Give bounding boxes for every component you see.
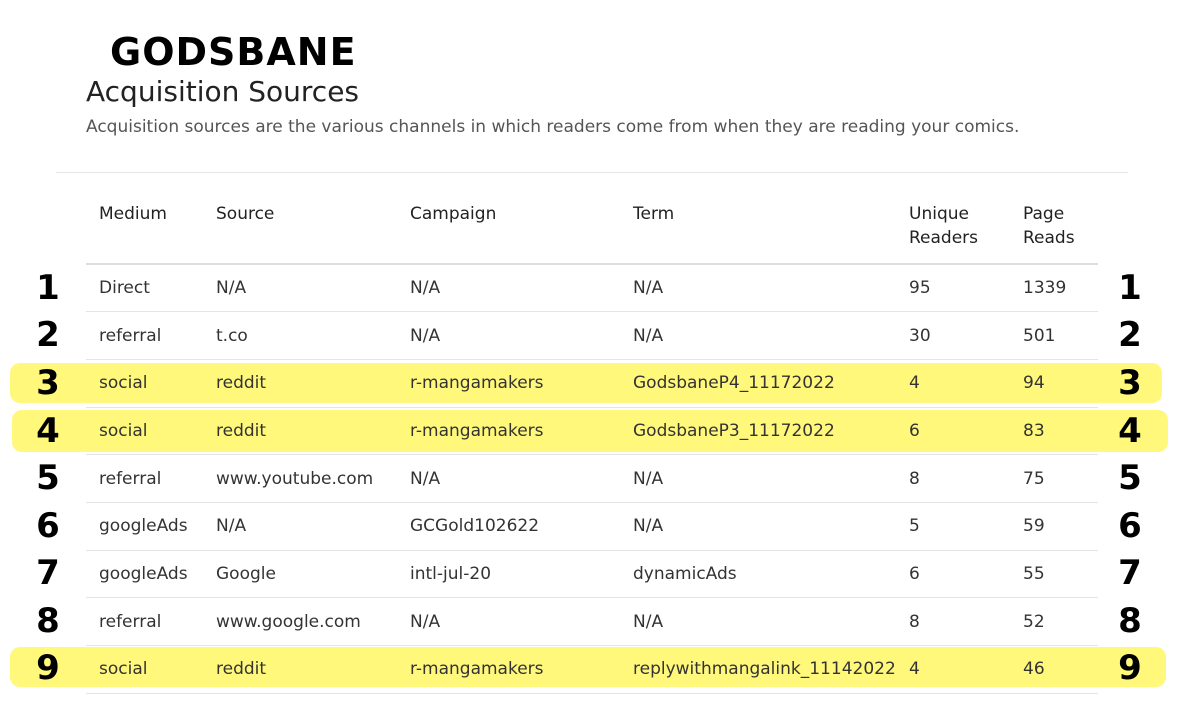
cell-campaign: GCGold102622 [397,502,620,551]
cell-source: N/A [203,502,397,551]
cell-unique-readers: 4 [896,645,1010,694]
row-number-right: 9 [1118,648,1142,688]
divider [56,172,1128,173]
acquisition-sources-table-container: Medium Source Campaign Term Unique Reader… [86,190,1098,694]
cell-source: N/A [203,264,397,313]
cell-campaign: r-mangamakers [397,359,620,408]
cell-unique-readers: 8 [896,597,1010,646]
cell-medium: social [86,359,203,408]
row-number-left: 2 [36,315,60,355]
table-row: googleAds N/A GCGold102622 N/A 5 59 [86,502,1098,551]
cell-campaign: N/A [397,311,620,360]
table-row: referral t.co N/A N/A 30 501 [86,311,1098,360]
cell-page-reads: 52 [1010,597,1098,646]
cell-page-reads: 1339 [1010,264,1098,313]
table-row: social reddit r-mangamakers replywithmangal… [86,645,1098,694]
row-number-left: 5 [36,458,60,498]
cell-unique-readers: 6 [896,407,1010,456]
cell-campaign: intl-jul-20 [397,550,620,599]
cell-campaign: N/A [397,597,620,646]
cell-page-reads: 55 [1010,550,1098,599]
row-number-right: 8 [1118,601,1142,641]
cell-page-reads: 94 [1010,359,1098,408]
column-header-campaign[interactable]: Campaign [397,190,620,265]
cell-unique-readers: 8 [896,454,1010,503]
row-number-right: 3 [1118,363,1142,403]
cell-campaign: N/A [397,454,620,503]
row-number-right: 7 [1118,553,1142,593]
cell-page-reads: 501 [1010,311,1098,360]
cell-medium: referral [86,454,203,503]
cell-medium: referral [86,597,203,646]
row-number-right: 6 [1118,506,1142,546]
column-header-medium[interactable]: Medium [86,190,203,265]
cell-medium: googleAds [86,502,203,551]
row-number-left: 3 [36,363,60,403]
cell-source: Google [203,550,397,599]
cell-medium: Direct [86,264,203,313]
table-row: Direct N/A N/A N/A 95 1339 [86,264,1098,313]
cell-source: reddit [203,645,397,694]
table-header: Medium Source Campaign Term Unique Reader… [86,190,1098,265]
row-number-left: 6 [36,506,60,546]
row-number-left: 4 [36,411,60,451]
cell-term: GodsbaneP4_11172022 [620,359,896,408]
column-header-unique-readers[interactable]: Unique Readers [896,190,1010,265]
cell-source: reddit [203,359,397,408]
table-row: referral www.youtube.com N/A N/A 8 75 [86,454,1098,503]
cell-unique-readers: 95 [896,264,1010,313]
row-number-left: 9 [36,648,60,688]
cell-unique-readers: 30 [896,311,1010,360]
row-number-right: 2 [1118,315,1142,355]
brand-title: GODSBANE [110,30,357,74]
cell-source: www.youtube.com [203,454,397,503]
cell-campaign: N/A [397,264,620,313]
cell-medium: social [86,407,203,456]
page-title: Acquisition Sources [86,75,360,108]
cell-page-reads: 46 [1010,645,1098,694]
cell-campaign: r-mangamakers [397,407,620,456]
column-header-term[interactable]: Term [620,190,896,265]
cell-term: N/A [620,597,896,646]
row-number-right: 1 [1118,268,1142,308]
cell-page-reads: 75 [1010,454,1098,503]
table-row: social reddit r-mangamakers GodsbaneP4_1117… [86,359,1098,408]
cell-term: N/A [620,264,896,313]
cell-campaign: r-mangamakers [397,645,620,694]
cell-unique-readers: 6 [896,550,1010,599]
column-header-source[interactable]: Source [203,190,397,265]
column-header-page-reads[interactable]: Page Reads [1010,190,1098,265]
row-number-right: 5 [1118,458,1142,498]
acquisition-sources-table: Medium Source Campaign Term Unique Reader… [86,190,1098,694]
cell-source: t.co [203,311,397,360]
cell-term: replywithmangalink_11142022 [620,645,896,694]
cell-source: www.google.com [203,597,397,646]
cell-source: reddit [203,407,397,456]
cell-term: GodsbaneP3_11172022 [620,407,896,456]
table-row: referral www.google.com N/A N/A 8 52 [86,597,1098,646]
table-body: Direct N/A N/A N/A 95 1339 referral t.co N/A N/A… [86,264,1098,694]
cell-term: N/A [620,502,896,551]
cell-medium: googleAds [86,550,203,599]
cell-term: N/A [620,454,896,503]
cell-page-reads: 59 [1010,502,1098,551]
row-number-left: 1 [36,268,60,308]
row-number-right: 4 [1118,411,1142,451]
cell-page-reads: 83 [1010,407,1098,456]
row-number-left: 8 [36,601,60,641]
cell-term: dynamicAds [620,550,896,599]
row-number-left: 7 [36,553,60,593]
cell-unique-readers: 5 [896,502,1010,551]
table-row: social reddit r-mangamakers GodsbaneP3_1117… [86,407,1098,456]
cell-medium: referral [86,311,203,360]
cell-medium: social [86,645,203,694]
table-row: googleAds Google intl-jul-20 dynamicAds 6 55 [86,550,1098,599]
cell-unique-readers: 4 [896,359,1010,408]
page-description: Acquisition sources are the various chan… [86,117,1020,137]
cell-term: N/A [620,311,896,360]
